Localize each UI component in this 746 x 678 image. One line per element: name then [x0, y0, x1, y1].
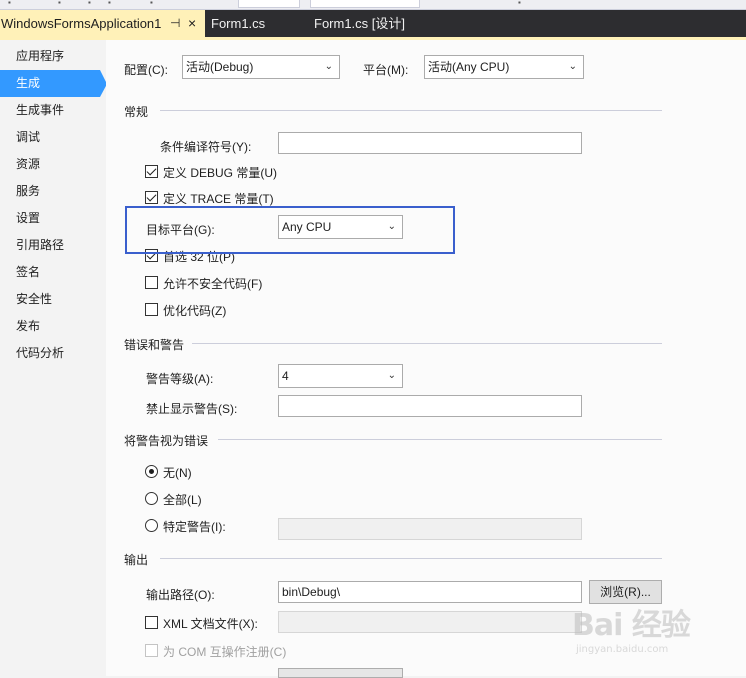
toolbar-icon[interactable]: ▪ [518, 0, 524, 7]
toolbar-config-combo[interactable] [238, 0, 300, 8]
config-label: 配置(C): [124, 63, 168, 77]
com-interop-label: 为 COM 互操作注册(C) [163, 645, 287, 659]
sidebar-item-build-events[interactable]: 生成事件 [0, 97, 105, 124]
cond-symbols-label: 条件编译符号(Y): [160, 140, 252, 154]
treat-specific-radio[interactable] [145, 519, 158, 532]
watermark-text: Bai 经验 [572, 608, 691, 643]
tab-label: Form1.cs [211, 16, 266, 31]
watermark-sub: jingyan.baidu.com [576, 644, 669, 655]
define-trace-label: 定义 TRACE 常量(T) [163, 192, 274, 206]
treat-all-label: 全部(L) [163, 493, 202, 507]
toolbar-icon[interactable]: ▪ [150, 0, 156, 7]
document-tab-bar: WindowsFormsApplication1 ⊣ × Form1.cs Fo… [0, 10, 746, 37]
define-debug-checkbox[interactable] [145, 165, 158, 178]
tab-form1-cs[interactable]: Form1.cs [211, 10, 301, 37]
chevron-down-icon: ⌄ [387, 370, 396, 381]
define-debug-label: 定义 DEBUG 常量(U) [163, 166, 278, 180]
com-interop-checkbox[interactable] [145, 644, 158, 657]
toolbar-icon[interactable]: ▪ [88, 0, 94, 7]
sidebar-item-application[interactable]: 应用程序 [0, 43, 105, 70]
toolbar-platform-combo[interactable] [310, 0, 420, 8]
cropped-combo[interactable] [278, 668, 403, 678]
specific-warnings-input[interactable] [278, 518, 582, 540]
optimize-label: 优化代码(Z) [163, 304, 227, 318]
warning-level-label: 警告等级(A): [146, 372, 214, 386]
close-icon[interactable]: × [188, 10, 196, 37]
output-path-input[interactable]: bin\Debug\ [278, 581, 582, 603]
sidebar-item-settings[interactable]: 设置 [0, 205, 105, 232]
xml-doc-input[interactable] [278, 611, 582, 633]
section-header-output: 输出 [124, 553, 149, 567]
highlight-box [125, 206, 455, 254]
divider [218, 439, 662, 440]
sidebar: 应用程序 生成 生成事件 调试 资源 服务 设置 引用路径 签名 安全性 发布 … [0, 40, 107, 676]
tab-label: WindowsFormsApplication1 [1, 16, 162, 31]
treat-none-radio[interactable] [145, 465, 158, 478]
allow-unsafe-label: 允许不安全代码(F) [163, 277, 263, 291]
divider [192, 343, 662, 344]
xml-doc-label: XML 文档文件(X): [163, 617, 258, 631]
divider [160, 110, 662, 111]
warning-level-value: 4 [282, 369, 289, 383]
chevron-down-icon: ⌄ [568, 61, 577, 72]
tab-form1-designer[interactable]: Form1.cs [设计] [314, 10, 444, 37]
platform-value: 活动(Any CPU) [428, 60, 510, 74]
platform-label: 平台(M): [363, 63, 409, 77]
optimize-checkbox[interactable] [145, 303, 158, 316]
sidebar-item-reference-paths[interactable]: 引用路径 [0, 232, 105, 259]
sidebar-item-debug[interactable]: 调试 [0, 124, 105, 151]
xml-doc-checkbox[interactable] [145, 616, 158, 629]
warning-level-dropdown[interactable]: 4 ⌄ [278, 364, 403, 388]
allow-unsafe-checkbox[interactable] [145, 276, 158, 289]
suppress-warnings-label: 禁止显示警告(S): [146, 402, 238, 416]
section-header-treat-warnings: 将警告视为错误 [124, 434, 209, 448]
watermark-logo: Bai 经验 jingyan.baidu.com [572, 600, 742, 664]
toolbar-icon[interactable]: ▪ [58, 0, 64, 7]
tab-label: Form1.cs [设计] [314, 16, 406, 31]
sidebar-item-resources[interactable]: 资源 [0, 151, 105, 178]
sidebar-item-code-analysis[interactable]: 代码分析 [0, 340, 105, 367]
toolbar-icon[interactable]: ▪ [108, 0, 114, 7]
config-dropdown[interactable]: 活动(Debug) ⌄ [182, 55, 340, 79]
toolbar: ▪ ▪ ▪ ▪ ▪ ▪ [0, 0, 746, 10]
section-header-general: 常规 [124, 105, 149, 119]
toolbar-icon[interactable]: ▪ [8, 0, 14, 7]
sidebar-item-services[interactable]: 服务 [0, 178, 105, 205]
tab-project-properties[interactable]: WindowsFormsApplication1 ⊣ × [0, 10, 205, 37]
output-path-label: 输出路径(O): [146, 588, 215, 602]
treat-none-label: 无(N) [163, 466, 192, 480]
sidebar-item-publish[interactable]: 发布 [0, 313, 105, 340]
config-value: 活动(Debug) [186, 60, 254, 74]
platform-dropdown[interactable]: 活动(Any CPU) ⌄ [424, 55, 584, 79]
sidebar-item-build[interactable]: 生成 [0, 70, 100, 97]
divider [160, 558, 662, 559]
define-trace-checkbox[interactable] [145, 191, 158, 204]
pin-icon[interactable]: ⊣ [170, 10, 180, 37]
treat-all-radio[interactable] [145, 492, 158, 505]
sidebar-item-security[interactable]: 安全性 [0, 286, 105, 313]
cond-symbols-input[interactable] [278, 132, 582, 154]
suppress-warnings-input[interactable] [278, 395, 582, 417]
treat-specific-label: 特定警告(I): [163, 520, 226, 534]
sidebar-item-signing[interactable]: 签名 [0, 259, 105, 286]
chevron-down-icon: ⌄ [324, 61, 333, 72]
section-header-errors: 错误和警告 [124, 338, 185, 352]
